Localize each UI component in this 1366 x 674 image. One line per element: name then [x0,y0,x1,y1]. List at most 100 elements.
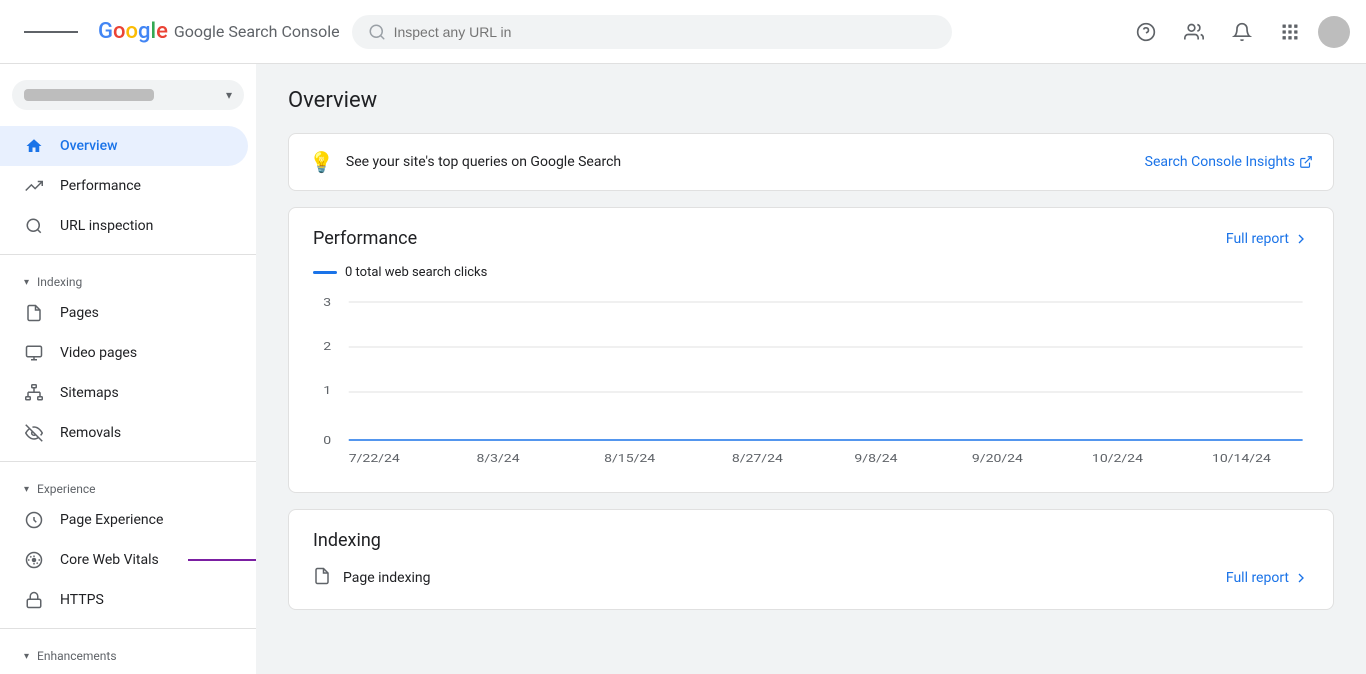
search-icon [368,23,386,41]
main-content: Overview 💡 See your site's top queries o… [256,64,1366,674]
svg-text:7/22/24: 7/22/24 [349,452,400,465]
sidebar-item-label: Overview [60,138,117,154]
bulb-icon: 💡 [309,150,334,174]
apps-grid-icon [1280,22,1300,42]
indexing-row: Page indexing Full report [313,567,1309,589]
experience-icon [24,510,44,530]
sidebar-item-label: Page Experience [60,512,163,528]
chart-legend: 0 total web search clicks [313,265,1309,280]
chevron-icon: ▾ [24,651,29,662]
sidebar-item-breadcrumbs[interactable]: Breadcrumbs [0,667,248,674]
search-bar[interactable] [352,15,952,49]
section-label: Enhancements [37,649,117,663]
chart-svg: 3 2 1 0 7/22/24 8/3/24 8/15/24 8/27/ [313,292,1309,472]
eye-off-icon [24,423,44,443]
help-icon [1136,22,1156,42]
section-label: Experience [37,482,96,496]
chevron-icon: ▾ [24,277,29,288]
section-header-enhancements[interactable]: ▾ Enhancements [0,637,256,667]
section-header-indexing[interactable]: ▾ Indexing [0,263,256,293]
site-selector[interactable]: ▾ [12,80,244,110]
sidebar-item-pages[interactable]: Pages [0,293,248,333]
sidebar-item-removals[interactable]: Removals [0,413,248,453]
gauge-icon [24,550,44,570]
performance-full-report-link[interactable]: Full report [1226,231,1309,247]
sidebar-item-label: Core Web Vitals [60,552,159,568]
core-web-vitals-wrapper: Core Web Vitals [0,540,256,580]
sidebar-item-label: Sitemaps [60,385,119,401]
svg-text:8/27/24: 8/27/24 [732,452,783,465]
sidebar-divider-1 [0,254,256,255]
indexing-card-header: Indexing [313,530,1309,551]
svg-text:8/3/24: 8/3/24 [476,452,519,465]
topbar: Google Google Search Console [0,0,1366,64]
svg-text:9/8/24: 9/8/24 [854,452,897,465]
avatar[interactable] [1318,16,1350,48]
svg-text:3: 3 [323,296,331,309]
full-report-label: Full report [1226,231,1289,247]
sidebar-item-label: Performance [60,178,141,194]
svg-text:0: 0 [323,434,331,447]
section-label: Indexing [37,275,82,289]
app-body: ▾ Overview Performance URL inspection [0,64,1366,674]
sidebar-item-label: HTTPS [60,592,104,608]
notifications-button[interactable] [1222,12,1262,52]
svg-text:1: 1 [323,384,331,397]
manage-users-button[interactable] [1174,12,1214,52]
sidebar-item-label: Pages [60,305,99,321]
sidebar-item-https[interactable]: HTTPS [0,580,248,620]
indexing-card-content: Indexing Page indexing Full report [289,510,1333,609]
full-report-label: Full report [1226,570,1289,586]
indexing-row-left: Page indexing [313,567,431,589]
info-banner-text: See your site's top queries on Google Se… [346,154,621,170]
help-button[interactable] [1126,12,1166,52]
home-icon [24,136,44,156]
sidebar-item-label: Video pages [60,345,137,361]
link-text: Search Console Insights [1145,154,1295,170]
legend-label: 0 total web search clicks [345,265,487,280]
apps-button[interactable] [1270,12,1310,52]
performance-card-title: Performance [313,228,417,249]
hamburger-menu[interactable] [16,20,86,44]
sidebar-item-page-experience[interactable]: Page Experience [0,500,248,540]
indexing-full-report-link[interactable]: Full report [1226,570,1309,586]
sidebar-divider-3 [0,628,256,629]
chevron-right-icon [1293,231,1309,247]
page-icon [313,567,331,589]
sidebar: ▾ Overview Performance URL inspection [0,64,256,674]
annotation-arrow [188,554,256,566]
indexing-card: Indexing Page indexing Full report [288,509,1334,610]
sidebar-item-performance[interactable]: Performance [0,166,248,206]
info-banner: 💡 See your site's top queries on Google … [289,134,1333,190]
svg-text:10/14/24: 10/14/24 [1212,452,1271,465]
svg-text:9/20/24: 9/20/24 [972,452,1023,465]
video-file-icon [24,343,44,363]
sidebar-item-overview[interactable]: Overview [0,126,248,166]
search-console-insights-link[interactable]: Search Console Insights [1145,154,1313,170]
performance-card-header: Performance Full report [313,228,1309,249]
sidebar-item-sitemaps[interactable]: Sitemaps [0,373,248,413]
search-input[interactable] [394,24,936,40]
svg-text:8/15/24: 8/15/24 [604,452,655,465]
sidebar-item-label: URL inspection [60,218,153,234]
trending-up-icon [24,176,44,196]
chevron-icon: ▾ [24,484,29,495]
legend-line [313,271,337,274]
performance-card-content: Performance Full report 0 total web sear… [289,208,1333,492]
sidebar-item-video-pages[interactable]: Video pages [0,333,248,373]
page-indexing-label: Page indexing [343,570,431,586]
performance-chart: 3 2 1 0 7/22/24 8/3/24 8/15/24 8/27/ [313,292,1309,472]
sidebar-item-url-inspection[interactable]: URL inspection [0,206,248,246]
page-title: Overview [288,88,1334,113]
external-link-icon [1299,155,1313,169]
app-name: Google Search Console [174,22,340,41]
bell-icon [1232,22,1252,42]
chevron-down-icon: ▾ [226,88,232,102]
svg-text:10/2/24: 10/2/24 [1092,452,1143,465]
lock-icon [24,590,44,610]
section-header-experience[interactable]: ▾ Experience [0,470,256,500]
performance-card: Performance Full report 0 total web sear… [288,207,1334,493]
indexing-card-title: Indexing [313,530,381,551]
sidebar-divider-2 [0,461,256,462]
site-selector-text [24,89,154,101]
